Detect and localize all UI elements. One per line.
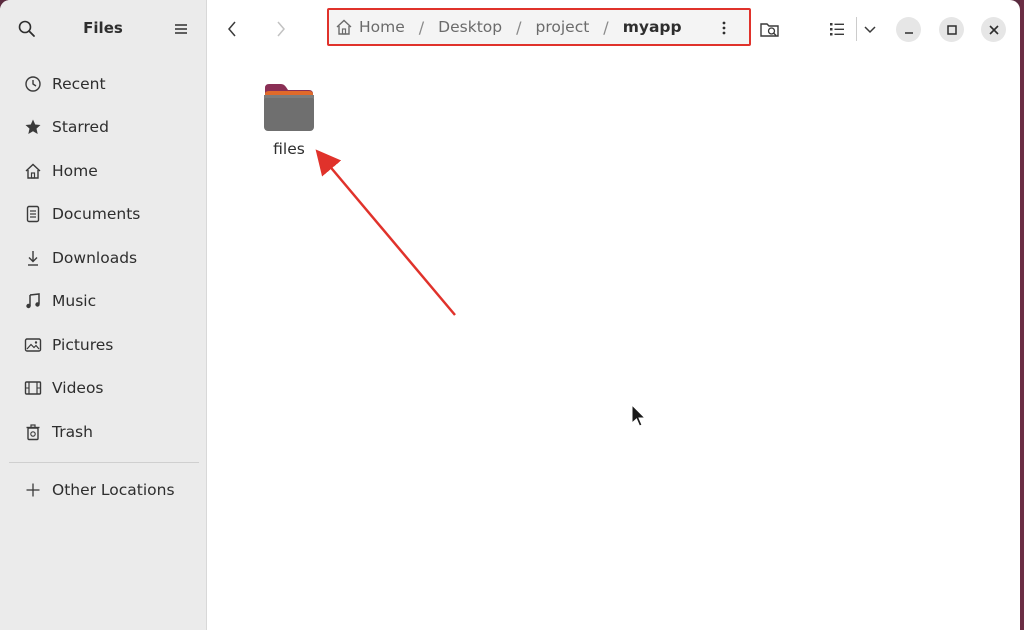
- sidebar-places-list: Recent Starred Home Documents Downloads …: [0, 62, 206, 454]
- sidebar-item-label: Videos: [52, 379, 104, 398]
- crumb-myapp[interactable]: myapp: [623, 18, 682, 36]
- sidebar-divider: [9, 462, 199, 463]
- sidebar-item-label: Starred: [52, 118, 109, 137]
- path-separator: /: [603, 17, 609, 37]
- hamburger-menu-icon[interactable]: [172, 19, 190, 39]
- view-options-chevron-down-icon[interactable]: [859, 18, 881, 40]
- toolbar-divider: [856, 17, 857, 41]
- video-icon: [23, 379, 42, 398]
- path-separator: /: [418, 17, 425, 37]
- sidebar: Files Recent Starred Home Documents Down…: [0, 0, 207, 630]
- back-button[interactable]: [221, 17, 245, 41]
- folder-item-files[interactable]: files: [257, 82, 321, 158]
- sidebar-item-downloads[interactable]: Downloads: [0, 236, 206, 280]
- download-icon: [23, 248, 42, 267]
- sidebar-item-label: Other Locations: [52, 480, 175, 499]
- star-icon: [23, 118, 42, 137]
- maximize-icon: [946, 24, 957, 35]
- sidebar-item-pictures[interactable]: Pictures: [0, 323, 206, 367]
- sidebar-item-music[interactable]: Music: [0, 280, 206, 324]
- sidebar-item-home[interactable]: Home: [0, 149, 206, 193]
- minimize-icon: [904, 31, 913, 34]
- list-view-icon[interactable]: [826, 18, 848, 40]
- home-icon: [336, 19, 352, 35]
- sidebar-item-label: Pictures: [52, 335, 114, 354]
- main-pane: Home / Desktop / project / myapp files: [207, 0, 1020, 630]
- path-bar[interactable]: Home / Desktop / project / myapp: [327, 8, 751, 46]
- crumb-label: Home: [359, 18, 405, 36]
- file-view[interactable]: files: [207, 58, 1020, 630]
- sidebar-item-label: Trash: [52, 422, 93, 441]
- sidebar-item-videos[interactable]: Videos: [0, 367, 206, 411]
- sidebar-item-documents[interactable]: Documents: [0, 193, 206, 237]
- file-manager-window: Files Recent Starred Home Documents Down…: [0, 0, 1020, 630]
- sidebar-item-label: Downloads: [52, 248, 138, 267]
- sidebar-other-section: Other Locations: [0, 468, 206, 512]
- header-bar: Home / Desktop / project / myapp: [207, 0, 1020, 58]
- crumb-home[interactable]: Home: [335, 18, 405, 36]
- music-icon: [23, 292, 42, 311]
- minimize-button[interactable]: [896, 17, 921, 42]
- chevron-left-icon: [228, 21, 236, 37]
- folder-icon: [264, 84, 314, 131]
- forward-button[interactable]: [268, 17, 292, 41]
- sidebar-header: Files: [0, 0, 206, 58]
- clock-icon: [23, 74, 42, 93]
- maximize-button[interactable]: [939, 17, 964, 42]
- home-icon: [23, 161, 42, 180]
- close-button[interactable]: [981, 17, 1006, 42]
- sidebar-item-label: Recent: [52, 74, 106, 93]
- sidebar-item-trash[interactable]: Trash: [0, 410, 206, 454]
- sidebar-item-label: Documents: [52, 205, 141, 224]
- folder-label: files: [273, 140, 305, 158]
- trash-icon: [23, 422, 42, 441]
- desktop-background-strip: [1020, 0, 1024, 630]
- picture-icon: [23, 335, 42, 354]
- document-icon: [23, 205, 42, 224]
- kebab-menu-icon[interactable]: [717, 19, 731, 37]
- search-folder-icon[interactable]: [759, 18, 781, 40]
- sidebar-item-starred[interactable]: Starred: [0, 106, 206, 150]
- close-icon: [988, 24, 999, 35]
- chevron-right-icon: [277, 21, 285, 37]
- sidebar-item-recent[interactable]: Recent: [0, 62, 206, 106]
- plus-icon: [23, 480, 42, 499]
- path-separator: /: [516, 17, 522, 37]
- sidebar-item-label: Home: [52, 161, 98, 180]
- sidebar-item-label: Music: [52, 292, 97, 311]
- sidebar-item-other-locations[interactable]: Other Locations: [0, 468, 206, 512]
- crumb-desktop[interactable]: Desktop: [438, 18, 502, 36]
- crumb-project[interactable]: project: [536, 18, 590, 36]
